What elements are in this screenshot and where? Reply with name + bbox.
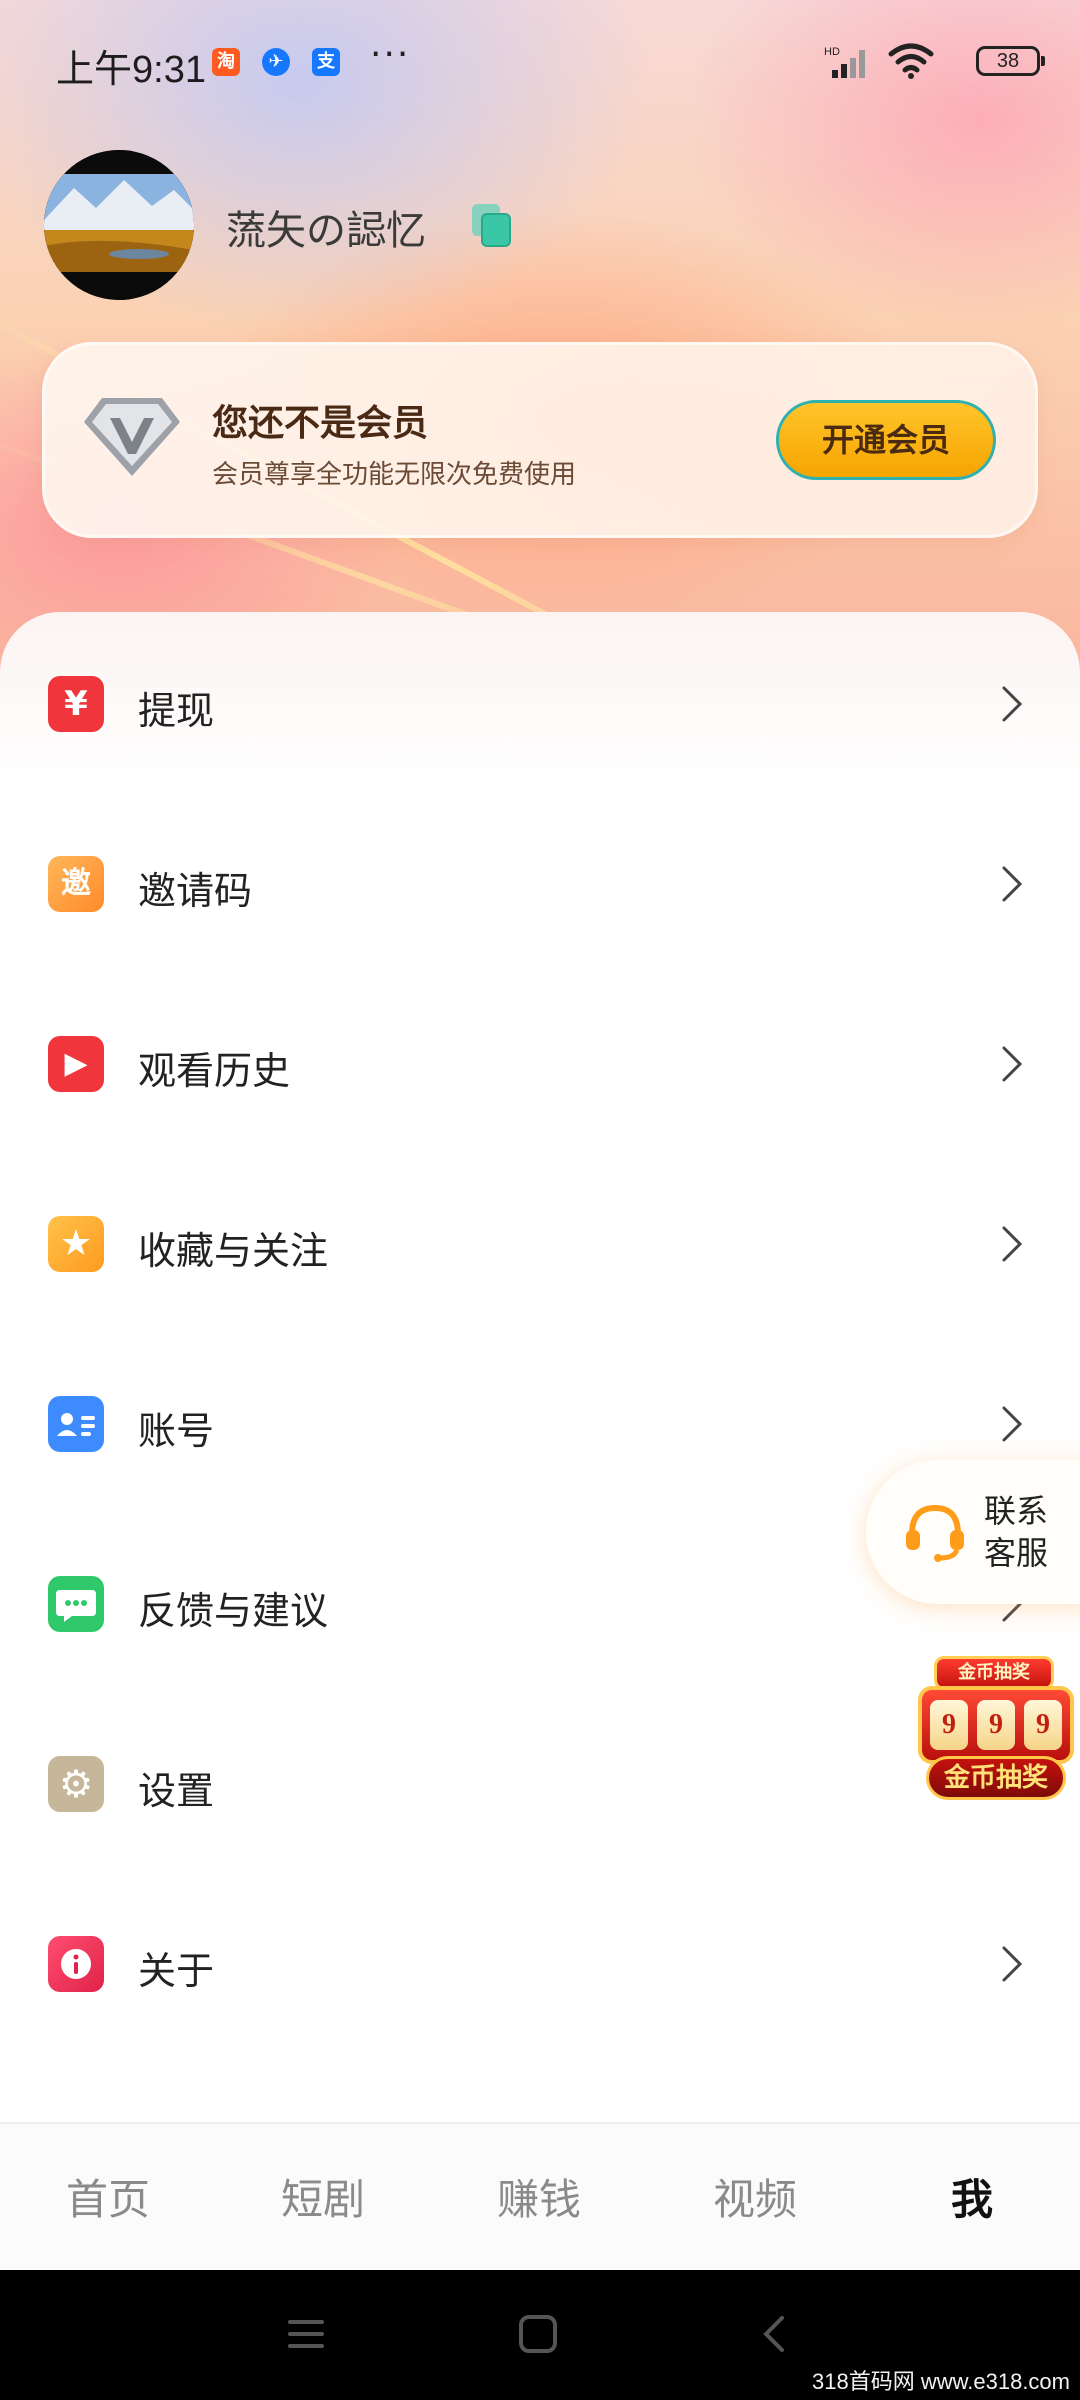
invite-icon: 邀 xyxy=(48,856,104,912)
chevron-right-icon xyxy=(1002,1046,1023,1082)
menu-item-label: 收藏与关注 xyxy=(138,1229,329,1273)
menu-item-label: 观看历史 xyxy=(138,1049,291,1093)
menu-icon[interactable] xyxy=(286,2314,326,2354)
chevron-right-icon xyxy=(1002,1946,1023,1982)
copy-icon[interactable] xyxy=(470,202,514,250)
menu-item-watch-history[interactable]: ▶ 观看历史 xyxy=(0,972,1080,1152)
open-membership-button[interactable]: 开通会员 xyxy=(776,400,996,480)
slot-digit: 9 xyxy=(930,1700,968,1750)
yuan-icon: ¥ xyxy=(48,676,104,732)
taobao-icon: 淘 xyxy=(212,48,240,76)
lottery-top-label: 金币抽奖 xyxy=(934,1656,1054,1690)
status-bar: 上午9:31 淘 ✈ 支 ··· HD 38 xyxy=(0,0,1080,120)
menu-item-favorites[interactable]: ★ 收藏与关注 xyxy=(0,1152,1080,1332)
wifi-icon xyxy=(888,43,934,79)
customer-service-label: 联系客服 xyxy=(984,1492,1049,1572)
back-icon[interactable] xyxy=(756,2314,796,2354)
menu-item-about[interactable]: 关于 xyxy=(0,1872,1080,2052)
menu-item-label: 提现 xyxy=(138,689,215,733)
avatar-landscape-image xyxy=(44,150,194,300)
coin-lottery-widget[interactable]: 金币抽奖 9 9 9 金币抽奖 xyxy=(914,1636,1080,1806)
message-app-icon: ✈ xyxy=(262,48,290,76)
signal-icon: HD xyxy=(824,46,865,78)
home-icon[interactable] xyxy=(518,2314,558,2354)
slot-digit: 9 xyxy=(977,1700,1015,1750)
menu-item-withdraw[interactable]: ¥ 提现 xyxy=(0,612,1080,792)
slot-machine: 9 9 9 xyxy=(918,1686,1074,1764)
menu-item-label: 设置 xyxy=(138,1769,215,1813)
vip-badge-icon xyxy=(84,398,180,476)
bottom-navigation: 首页 短剧 赚钱 视频 我 xyxy=(0,2122,1080,2270)
info-icon xyxy=(48,1936,104,1992)
chevron-right-icon xyxy=(1002,866,1023,902)
vip-title: 您还不是会员 xyxy=(212,403,429,444)
chevron-right-icon xyxy=(1002,1406,1023,1442)
menu-item-invite-code[interactable]: 邀 邀请码 xyxy=(0,792,1080,972)
tab-short-drama[interactable]: 短剧 xyxy=(253,2166,393,2227)
lottery-label: 金币抽奖 xyxy=(926,1756,1066,1800)
slot-digit: 9 xyxy=(1024,1700,1062,1750)
menu-item-label: 账号 xyxy=(138,1409,215,1453)
vip-subtitle: 会员尊享全功能无限次免费使用 xyxy=(212,460,577,490)
network-type-label: HD xyxy=(824,46,840,58)
system-navigation-bar: 318首码网 www.e318.com xyxy=(0,2270,1080,2400)
chevron-right-icon xyxy=(1002,686,1023,722)
menu-item-label: 反馈与建议 xyxy=(138,1589,329,1633)
tab-video[interactable]: 视频 xyxy=(685,2166,825,2227)
vip-membership-card: 您还不是会员 会员尊享全功能无限次免费使用 开通会员 xyxy=(42,342,1038,538)
tab-earn-money[interactable]: 赚钱 xyxy=(469,2166,609,2227)
tab-me[interactable]: 我 xyxy=(902,2166,1042,2227)
gear-icon: ⚙ xyxy=(48,1756,104,1812)
star-icon: ★ xyxy=(48,1216,104,1272)
menu-item-label: 邀请码 xyxy=(138,869,253,913)
feedback-icon xyxy=(48,1576,104,1632)
chevron-right-icon xyxy=(1002,1226,1023,1262)
username: 蓅矢の誋忆 xyxy=(226,208,426,254)
customer-service-button[interactable]: 联系客服 xyxy=(866,1460,1080,1604)
watermark-text: 318首码网 www.e318.com xyxy=(812,2369,1070,2394)
status-time: 上午9:31 xyxy=(56,49,206,91)
menu-list: ¥ 提现 邀 邀请码 ▶ 观看历史 ★ 收藏与关注 账号 反馈与建议 ⚙ 设置 … xyxy=(0,612,1080,2122)
avatar[interactable] xyxy=(44,150,194,300)
menu-item-label: 关于 xyxy=(138,1949,215,1993)
headset-icon xyxy=(906,1504,964,1562)
play-icon: ▶ xyxy=(48,1036,104,1092)
tab-home[interactable]: 首页 xyxy=(38,2166,178,2227)
account-card-icon xyxy=(48,1396,104,1452)
battery-indicator: 38 xyxy=(976,46,1045,76)
alipay-icon: 支 xyxy=(312,48,340,76)
more-notifications-icon: ··· xyxy=(370,34,411,75)
